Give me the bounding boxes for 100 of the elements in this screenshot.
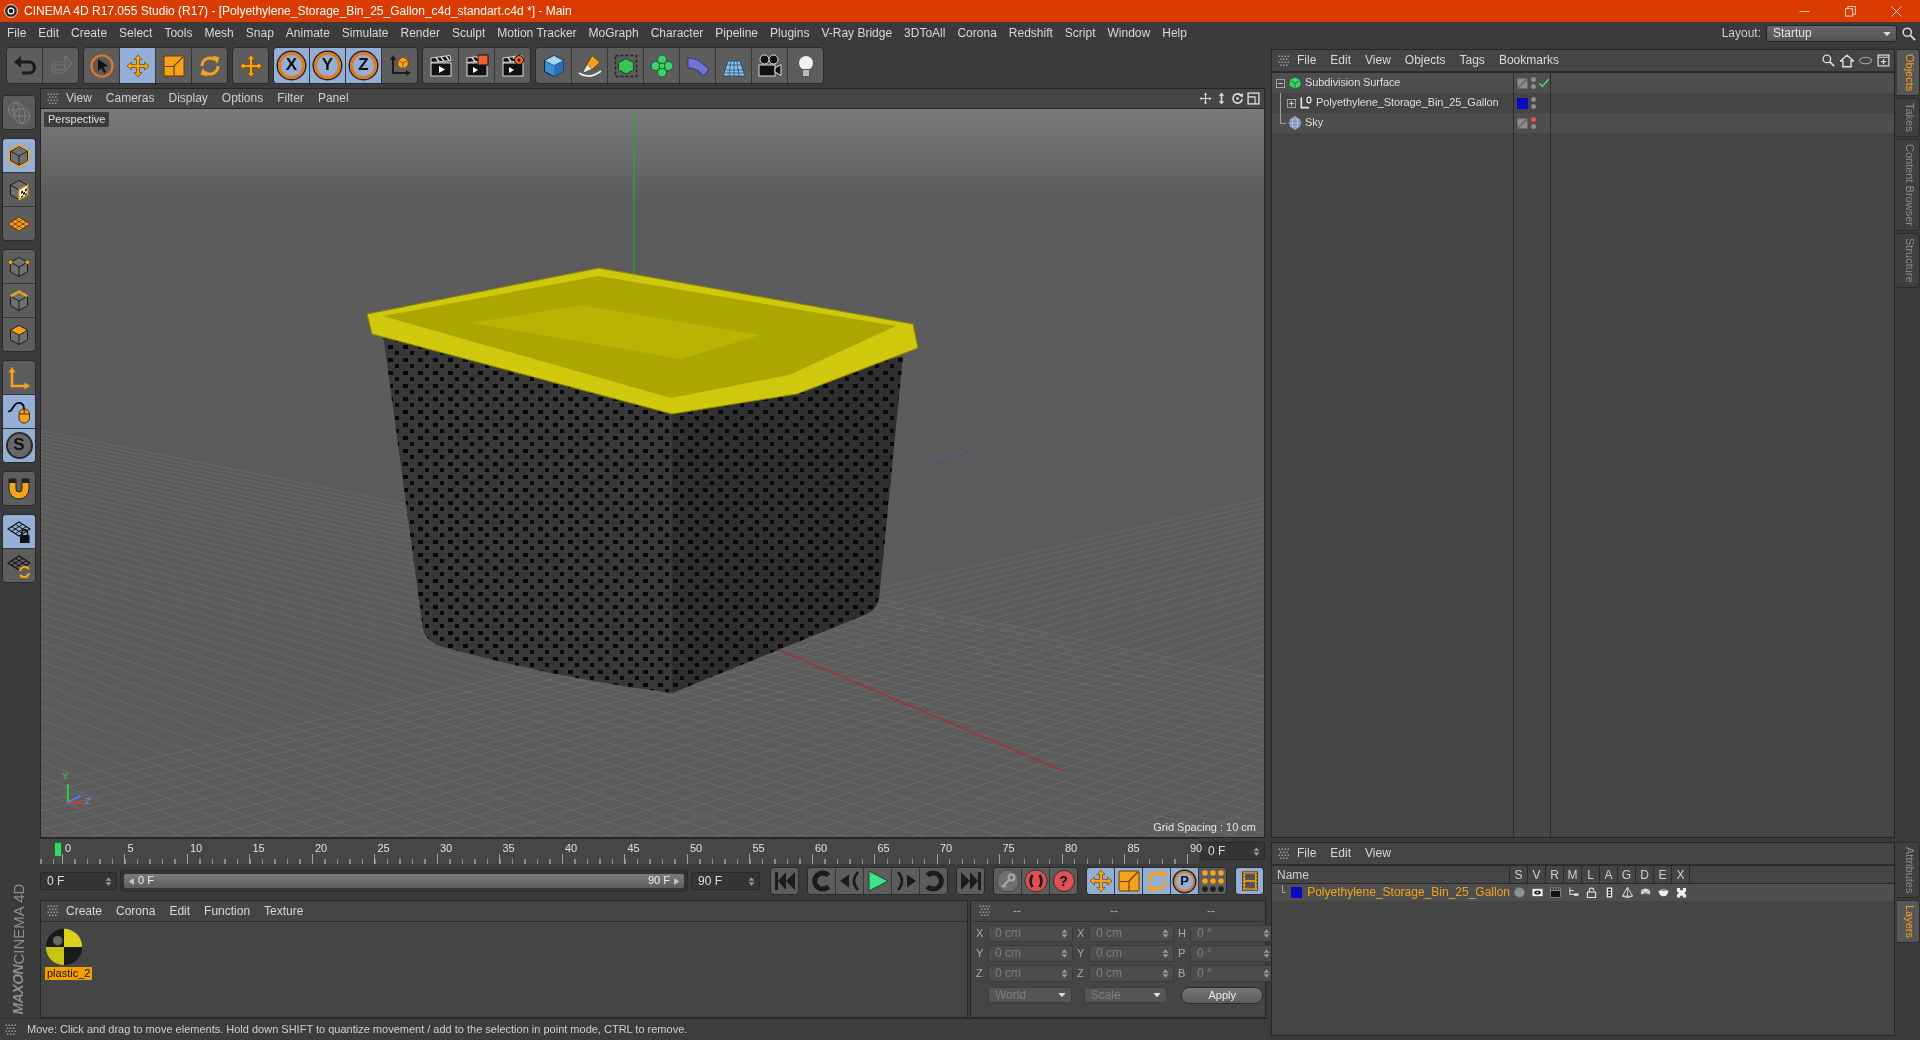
viewport-menu-item[interactable]: Options [214, 91, 271, 106]
playhead[interactable] [54, 842, 62, 857]
menu-item[interactable]: Tags [1452, 53, 1492, 68]
viewport-menu-item[interactable]: Filter [270, 91, 311, 106]
deformer-button[interactable] [680, 48, 715, 83]
cloner-button[interactable] [644, 48, 679, 83]
recent-tool-button[interactable] [233, 48, 268, 83]
menu-item[interactable]: Edit [1323, 53, 1359, 68]
camera-button[interactable] [752, 48, 787, 83]
viewport-canvas[interactable]: Perspective Y Z Grid Spacing : 10 cm [41, 109, 1264, 837]
menu-item[interactable]: Pipeline [709, 26, 765, 41]
menu-item[interactable]: Edit [1323, 846, 1359, 861]
render-visibility-dot[interactable] [1531, 104, 1536, 109]
layer-name[interactable]: Polyethylene_Storage_Bin_25_Gallon [1307, 885, 1510, 900]
tags-cell[interactable] [1551, 113, 1894, 133]
check-icon[interactable] [1539, 78, 1549, 88]
previous-key-button[interactable] [808, 868, 835, 894]
undo-button[interactable] [7, 48, 42, 83]
workplane-align-button[interactable] [3, 549, 35, 582]
column-header[interactable]: A [1600, 866, 1618, 883]
column-header[interactable]: S [1510, 866, 1528, 883]
menu-item[interactable]: Corona [109, 903, 163, 919]
tree-branch-icon[interactable] [1567, 887, 1579, 898]
viewport-menu-item[interactable]: Cameras [98, 91, 162, 106]
menu-item[interactable]: 3DToAll [898, 26, 952, 41]
texture-mode-button[interactable] [3, 173, 35, 206]
timeline-button[interactable] [1236, 868, 1263, 894]
autokey-button[interactable] [1022, 868, 1049, 894]
pen-button[interactable] [572, 48, 607, 83]
viewport-menu-item[interactable]: Display [161, 91, 215, 106]
menu-item[interactable]: Redshift [1002, 26, 1059, 41]
workplane-mode-button[interactable] [3, 207, 35, 240]
menu-item[interactable]: Simulate [335, 26, 395, 41]
side-tab[interactable]: Objects [1897, 49, 1920, 97]
menu-item[interactable]: Mesh [198, 26, 240, 41]
bent-slab-icon[interactable] [1639, 887, 1651, 898]
menu-item[interactable]: Snap [239, 26, 280, 41]
play-button[interactable] [864, 868, 891, 894]
point-level-button[interactable] [1199, 868, 1226, 894]
search-icon[interactable] [1902, 26, 1916, 41]
menu-item[interactable]: Edit [162, 903, 198, 919]
render-view-button[interactable] [423, 48, 458, 83]
maximize-icon[interactable] [1247, 92, 1260, 105]
pyramid-icon[interactable] [1621, 887, 1633, 898]
tags-cell[interactable] [1551, 73, 1894, 93]
material-sphere-icon[interactable] [45, 928, 83, 966]
plus-box-icon[interactable] [1877, 53, 1890, 67]
house-icon[interactable] [1840, 53, 1854, 68]
menu-item[interactable]: Edit [32, 26, 66, 41]
menu-item[interactable]: View [1358, 846, 1398, 861]
layout-dropdown[interactable]: Startup [1766, 25, 1897, 42]
menu-item[interactable]: Script [1058, 26, 1102, 41]
menu-item[interactable]: Texture [257, 903, 311, 919]
menu-item[interactable]: Function [197, 903, 258, 919]
editor-visibility-dot[interactable] [1531, 77, 1536, 82]
viewport-menu-item[interactable]: View [59, 91, 99, 106]
edges-mode-button[interactable] [3, 284, 35, 317]
expand-toggle[interactable] [1276, 78, 1285, 88]
render-settings-button[interactable] [495, 48, 530, 83]
light-button[interactable] [788, 48, 823, 83]
range-end-handle[interactable]: 90 F [648, 874, 680, 888]
z-axis-lock-button[interactable]: Z [346, 48, 381, 83]
object-name[interactable]: Sky [1305, 116, 1324, 130]
magnet-button[interactable] [3, 472, 35, 505]
previous-frame-button[interactable] [836, 868, 863, 894]
workplane-lock-button[interactable] [3, 515, 35, 548]
column-header[interactable]: V [1528, 866, 1546, 883]
render-visibility-dot[interactable] [1531, 84, 1536, 89]
end-frame-field[interactable]: 90 F [691, 872, 760, 890]
menu-item[interactable]: Bookmarks [1491, 53, 1566, 68]
menu-item[interactable]: Motion Tracker [491, 26, 583, 41]
viewport-menu-item[interactable]: Panel [310, 91, 356, 106]
go-to-end-button[interactable] [957, 868, 984, 894]
points-mode-button[interactable] [3, 250, 35, 283]
go-to-start-button[interactable] [771, 868, 798, 894]
x-axis-lock-button[interactable]: X [274, 48, 309, 83]
render-picture-button[interactable] [459, 48, 494, 83]
menu-item[interactable]: MoGraph [582, 26, 645, 41]
menu-item[interactable]: Create [59, 903, 110, 919]
expand-toggle[interactable] [1287, 98, 1296, 108]
hatched-square-icon[interactable] [1517, 77, 1528, 89]
scale-key-button[interactable] [1115, 868, 1142, 894]
menu-item[interactable]: Animate [279, 26, 336, 41]
column-header[interactable]: R [1546, 866, 1564, 883]
editor-visibility-dot[interactable] [1531, 117, 1536, 122]
orbit-icon[interactable] [1231, 92, 1244, 105]
menu-item[interactable]: Window [1101, 26, 1157, 41]
menu-item[interactable]: View [1358, 53, 1398, 68]
clapperboard-icon[interactable] [1549, 887, 1561, 898]
scale-tool-button[interactable] [156, 48, 191, 83]
side-tab[interactable]: Layers [1897, 899, 1920, 943]
column-header[interactable]: L [1582, 866, 1600, 883]
select-tool-button[interactable] [84, 48, 119, 83]
layer-row[interactable]: Polyethylene_Storage_Bin_25_Gallon [1272, 884, 1894, 901]
editor-visibility-dot[interactable] [1531, 97, 1536, 102]
menu-item[interactable]: File [1290, 846, 1324, 861]
layer-swatch[interactable] [1291, 887, 1303, 898]
menu-item[interactable]: File [1290, 53, 1324, 68]
column-header[interactable]: D [1636, 866, 1654, 883]
polygons-mode-button[interactable] [3, 318, 35, 351]
